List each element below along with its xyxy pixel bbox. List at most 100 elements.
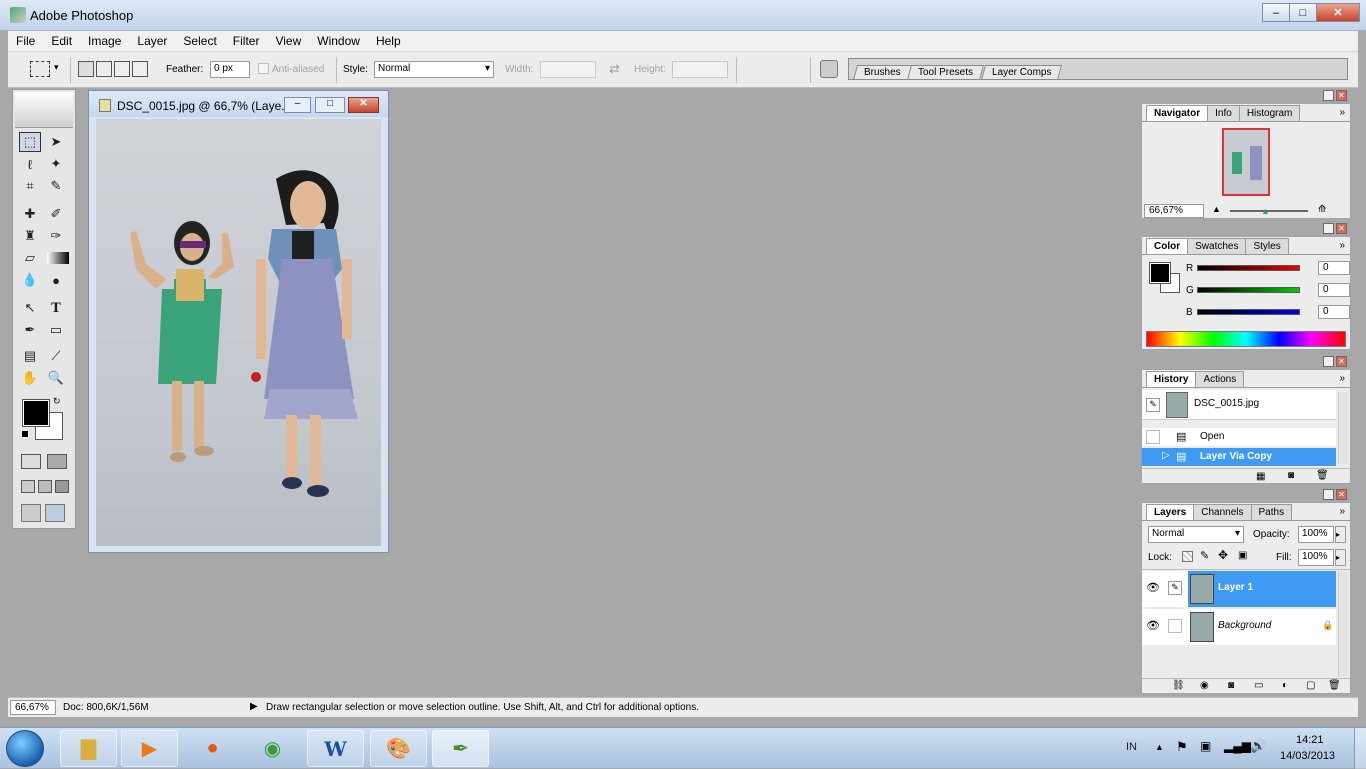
slice-tool-icon[interactable]: ✎ [45, 176, 67, 196]
minimize-button[interactable]: – [1262, 3, 1290, 22]
screen-mode-icons[interactable] [21, 480, 69, 493]
swap-icon[interactable]: ⇄ [609, 61, 620, 77]
opacity-arrow-icon[interactable]: ▸ [1335, 526, 1346, 543]
intersect-selection-icon[interactable] [132, 61, 148, 77]
zoom-out-icon[interactable]: ▲ [1212, 204, 1221, 214]
style-select[interactable]: Normal ▾ [374, 61, 494, 78]
panel-menu-icon[interactable]: » [1339, 373, 1345, 384]
document-titlebar[interactable]: DSC_0015.jpg @ 66,7% (Laye... – □ ✕ [89, 91, 388, 117]
lock-position-icon[interactable]: ✥ [1218, 548, 1228, 562]
tray-time[interactable]: 14:21 [1296, 734, 1324, 746]
jump-to-imageready-icon[interactable] [21, 504, 67, 522]
lasso-tool-icon[interactable]: ℓ [19, 154, 41, 174]
tab-layers[interactable]: Layers [1146, 504, 1195, 520]
network-signal-icon[interactable]: ▂▄▆ [1224, 739, 1251, 753]
lock-transparent-icon[interactable] [1182, 551, 1193, 562]
width-input[interactable] [540, 61, 596, 78]
height-input[interactable] [672, 61, 728, 78]
menu-filter[interactable]: Filter [225, 34, 268, 48]
crop-tool-icon[interactable]: ⌗ [19, 176, 41, 196]
gradient-tool-icon[interactable] [47, 252, 69, 264]
tab-channels[interactable]: Channels [1193, 504, 1252, 520]
selection-mode-icons[interactable] [78, 61, 148, 77]
history-snapshot[interactable]: ✎ DSC_0015.jpg [1142, 390, 1336, 420]
panel-minimize-button[interactable] [1323, 90, 1334, 101]
r-value[interactable]: 0 [1318, 261, 1350, 275]
navigator-thumbnail[interactable] [1222, 128, 1270, 196]
tab-info[interactable]: Info [1207, 105, 1240, 121]
volume-icon[interactable]: 🔊 [1250, 738, 1266, 754]
eyedropper-tool-icon[interactable]: ⟋ [45, 346, 67, 366]
path-selection-tool-icon[interactable]: ↖ [19, 298, 41, 318]
adjustment-layer-icon[interactable]: ◐ [1282, 680, 1288, 691]
tab-tool-presets[interactable]: Tool Presets [906, 65, 985, 80]
menu-layer[interactable]: Layer [129, 34, 175, 48]
color-spectrum-bar[interactable] [1146, 331, 1346, 347]
maximize-button[interactable]: □ [1289, 3, 1317, 22]
screen-mode-full-icon[interactable] [55, 480, 69, 493]
tab-paths[interactable]: Paths [1250, 504, 1293, 520]
dodge-tool-icon[interactable]: ● [45, 270, 67, 290]
panel-minimize-button[interactable] [1323, 356, 1334, 367]
taskbar-explorer-button[interactable]: ▇ [60, 730, 117, 767]
layer-set-icon[interactable]: ▭ [1254, 680, 1263, 691]
antialias-checkbox[interactable] [258, 63, 269, 74]
quickmask-mode-icon[interactable] [47, 454, 67, 469]
clone-stamp-tool-icon[interactable]: ♜ [19, 226, 41, 246]
panel-minimize-button[interactable] [1323, 223, 1334, 234]
trash-icon[interactable]: 🗑 [1316, 470, 1329, 481]
taskbar-paint-button[interactable]: 🎨 [370, 730, 427, 767]
menu-view[interactable]: View [267, 34, 309, 48]
history-brush-tool-icon[interactable]: ✑ [45, 226, 67, 246]
history-item-selected[interactable]: ▷ ▤ Layer Via Copy [1142, 448, 1336, 466]
magic-wand-tool-icon[interactable]: ✦ [45, 154, 67, 174]
taskbar-chrome-button[interactable]: ◉ [244, 730, 301, 767]
new-document-from-state-icon[interactable]: ▦ [1256, 471, 1265, 482]
fill-input[interactable]: 100% [1298, 549, 1334, 566]
tab-history[interactable]: History [1146, 371, 1197, 387]
blend-mode-select[interactable]: Normal ▾ [1148, 526, 1244, 543]
opacity-input[interactable]: 100% [1298, 526, 1334, 543]
close-button[interactable]: ✕ [1316, 3, 1360, 22]
zoom-slider-handle[interactable]: ▲ [1261, 206, 1270, 216]
layer-style-icon[interactable]: ◉ [1200, 680, 1209, 691]
lock-all-icon[interactable]: ▣ [1238, 550, 1247, 561]
tab-actions[interactable]: Actions [1195, 371, 1245, 387]
start-button[interactable] [6, 730, 44, 767]
trash-icon[interactable]: 🗑 [1328, 680, 1341, 691]
document-window[interactable]: DSC_0015.jpg @ 66,7% (Laye... – □ ✕ [88, 90, 389, 553]
new-snapshot-icon[interactable]: ◙ [1288, 470, 1294, 481]
standard-mode-icon[interactable] [21, 454, 41, 469]
hand-tool-icon[interactable]: ✋ [19, 368, 41, 388]
menu-window[interactable]: Window [309, 34, 368, 48]
swap-colors-icon[interactable]: ↻ [53, 396, 61, 407]
tray-show-hidden-icon[interactable]: ▲ [1155, 742, 1164, 752]
menu-help[interactable]: Help [368, 34, 409, 48]
layer-row-layer-1[interactable]: 👁 ✎ Layer 1 [1142, 571, 1336, 607]
eye-icon[interactable]: 👁 [1146, 581, 1160, 594]
g-slider[interactable] [1197, 287, 1300, 293]
foreground-color-swatch[interactable] [22, 399, 50, 427]
layer-mask-icon[interactable]: ◙ [1228, 680, 1234, 691]
marquee-preset-icon[interactable] [30, 61, 50, 77]
menu-select[interactable]: Select [175, 34, 224, 48]
tab-navigator[interactable]: Navigator [1146, 105, 1209, 121]
eraser-tool-icon[interactable]: ▱ [19, 248, 41, 268]
taskbar-media-player-button[interactable]: ▶ [121, 730, 178, 767]
layer-row-background[interactable]: 👁 Background 🔒 [1142, 609, 1336, 645]
panel-close-button[interactable]: ✕ [1336, 223, 1347, 234]
doc-close-button[interactable]: ✕ [348, 97, 379, 113]
move-tool-icon[interactable]: ➤ [45, 132, 67, 152]
panel-menu-icon[interactable]: » [1339, 506, 1345, 517]
menu-file[interactable]: File [8, 34, 43, 48]
default-colors-icon[interactable] [21, 430, 29, 438]
panel-minimize-button[interactable] [1323, 489, 1334, 500]
brush-tool-icon[interactable]: ✐ [45, 204, 67, 224]
tab-histogram[interactable]: Histogram [1238, 105, 1301, 121]
menu-edit[interactable]: Edit [43, 34, 80, 48]
new-layer-icon[interactable]: ▢ [1306, 680, 1315, 691]
fill-arrow-icon[interactable]: ▸ [1335, 549, 1346, 566]
screen-mode-standard-icon[interactable] [21, 480, 35, 493]
canvas-photo[interactable] [96, 119, 381, 546]
palette-well-icon[interactable] [820, 60, 838, 78]
